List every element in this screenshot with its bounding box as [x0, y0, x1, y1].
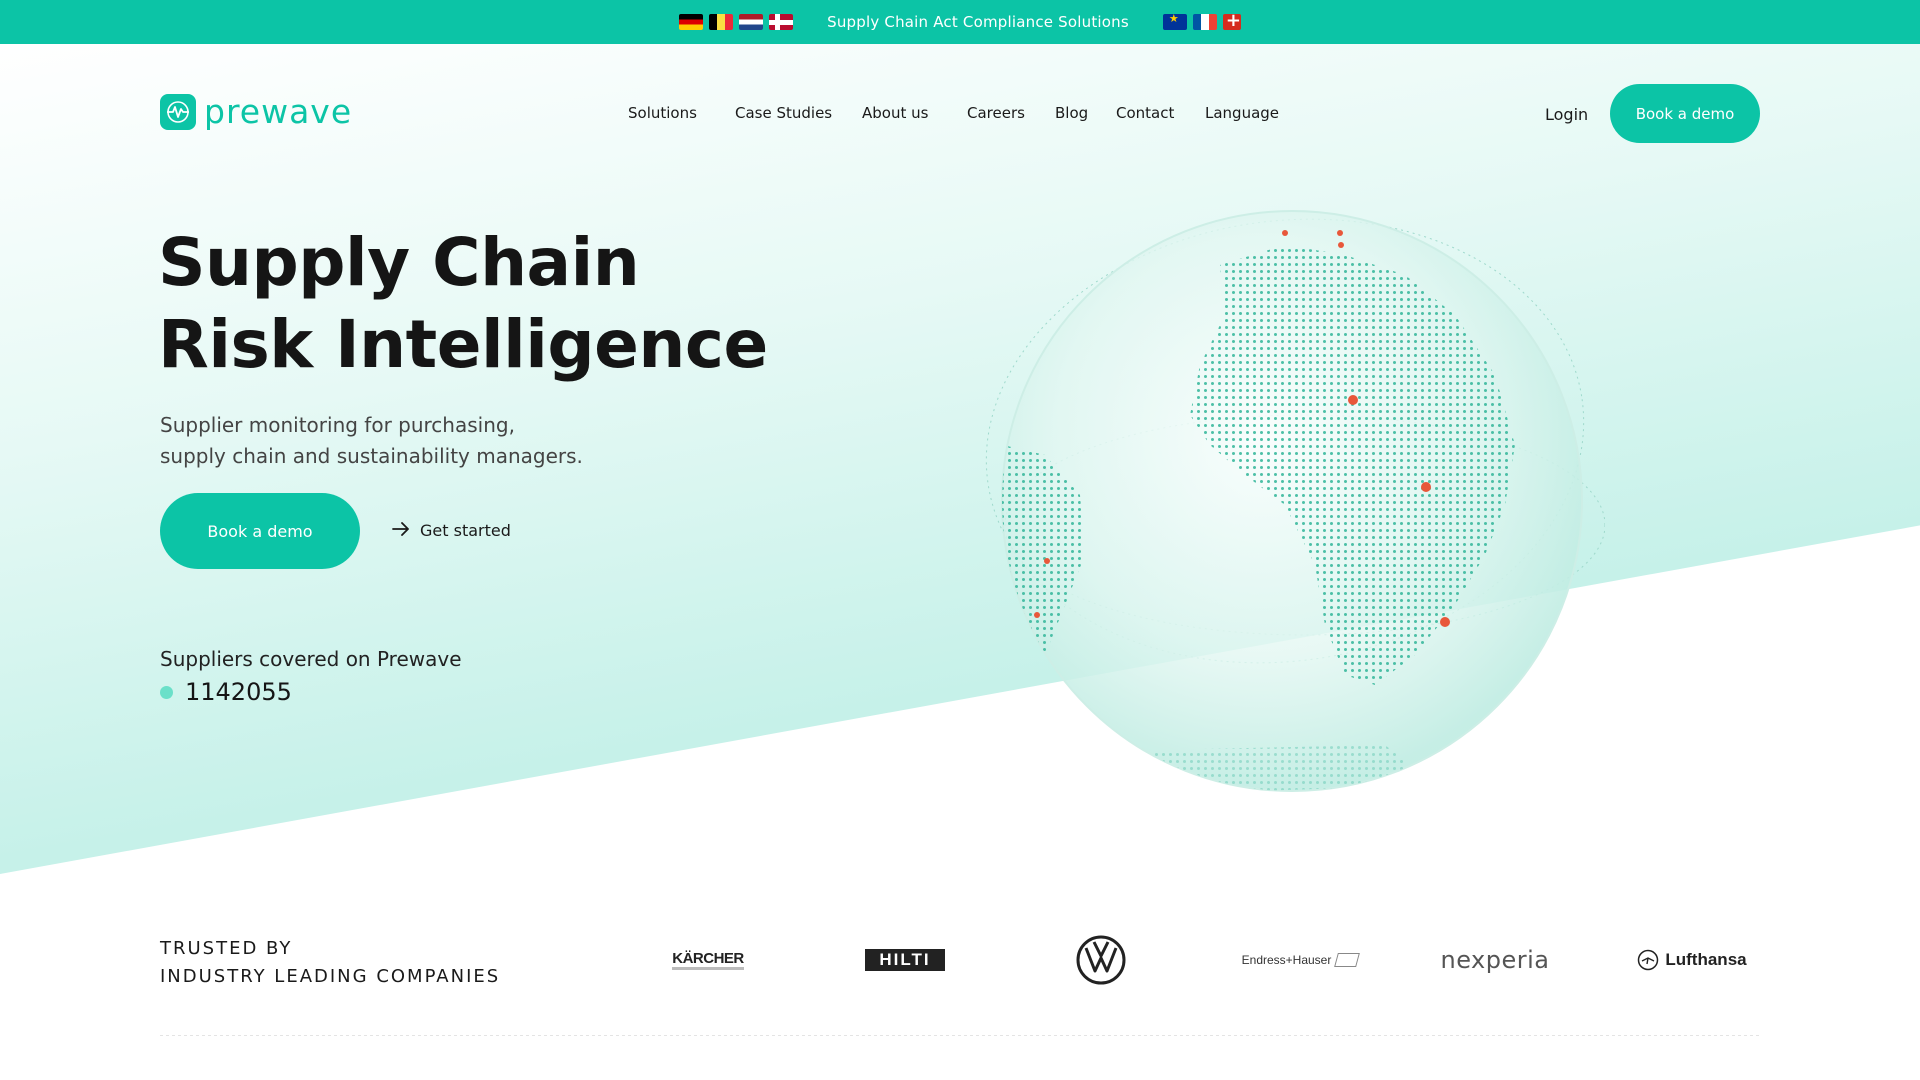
belgium-flag-icon[interactable]: [709, 14, 734, 30]
logo-wordmark: prewave: [204, 92, 353, 131]
germany-flag-icon[interactable]: [679, 14, 704, 30]
volkswagen-logo: VW: [1075, 930, 1127, 990]
netherlands-flag-icon[interactable]: [739, 14, 764, 30]
suppliers-count-value: 1142055: [185, 678, 292, 706]
nexperia-logo: nexperia: [1440, 946, 1550, 974]
announcement-bar: Supply Chain Act Compliance Solutions: [0, 0, 1920, 44]
section-divider: [160, 1035, 1760, 1036]
nav-blog[interactable]: Blog: [1055, 104, 1088, 122]
book-demo-header-button[interactable]: Book a demo: [1610, 84, 1760, 143]
live-dot-icon: [160, 685, 173, 699]
globe-illustration: [985, 205, 1606, 805]
country-flags-left: [679, 14, 794, 30]
nav-contact[interactable]: Contact: [1116, 104, 1174, 122]
partner-logos: KÄRCHER HILTI VW Endress+Hauser nexperia…: [0, 930, 1920, 990]
nav-solutions[interactable]: Solutions: [628, 104, 697, 122]
nav-careers[interactable]: Careers: [967, 104, 1025, 122]
nav-case-studies[interactable]: Case Studies: [735, 104, 832, 122]
eh-mark-icon: [1334, 953, 1361, 967]
norway-flag-icon[interactable]: [769, 14, 794, 30]
suppliers-label: Suppliers covered on Prewave: [160, 647, 462, 671]
lufthansa-logo: Lufthansa: [1632, 930, 1752, 990]
logo[interactable]: prewave: [160, 92, 352, 131]
switzerland-flag-icon[interactable]: [1222, 14, 1241, 30]
hilti-logo: HILTI: [863, 930, 947, 990]
country-flags-right: [1162, 14, 1241, 30]
nav-language[interactable]: Language: [1205, 104, 1279, 122]
hero-title-line-2: Risk Intelligence: [158, 306, 768, 383]
hero-subtitle: Supplier monitoring for purchasing, supp…: [160, 413, 583, 468]
endress-hauser-logo: Endress+Hauser: [1240, 930, 1361, 990]
karcher-logo: KÄRCHER: [668, 930, 748, 990]
announcement-link[interactable]: Supply Chain Act Compliance Solutions: [827, 13, 1129, 31]
arrow-right-icon: [392, 521, 410, 540]
book-demo-hero-button[interactable]: Book a demo: [160, 493, 360, 569]
get-started-link[interactable]: Get started: [392, 521, 511, 540]
suppliers-counter: 1142055: [160, 678, 292, 706]
hero-title-line-1: Supply Chain: [158, 224, 640, 301]
hero-title: Supply Chain Risk Intelligence: [158, 222, 878, 386]
eu-flag-icon[interactable]: [1162, 14, 1187, 30]
crane-icon: [1638, 949, 1659, 971]
nav-about-us[interactable]: About us: [862, 104, 928, 122]
login-link[interactable]: Login: [1545, 105, 1588, 124]
get-started-label: Get started: [420, 521, 511, 540]
pulse-logo-icon: [160, 93, 196, 130]
france-flag-icon[interactable]: [1192, 14, 1217, 30]
